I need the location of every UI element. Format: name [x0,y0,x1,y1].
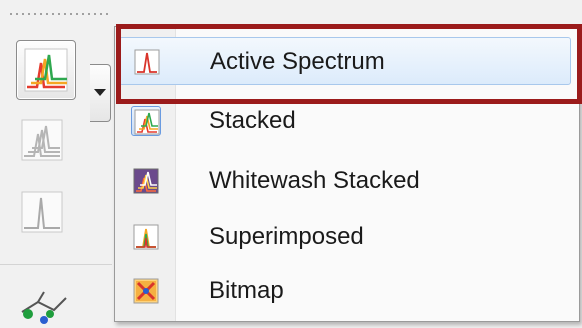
display-mode-button[interactable] [16,40,76,100]
menu-item-label: Bitmap [209,277,284,304]
menu-item-superimposed[interactable]: Superimposed [119,213,571,261]
menu-item-stacked[interactable]: Stacked [119,97,571,145]
chevron-down-icon [94,89,106,96]
toolbar-grip[interactable] [8,12,108,16]
menu-item-bitmap[interactable]: Bitmap [119,267,571,315]
structure-button[interactable] [14,272,70,328]
stacked-icon [131,106,161,136]
spectrum-stacked-colored-icon [24,48,68,92]
toolbar [0,24,112,324]
toolbar-separator [0,264,112,265]
menu-item-whitewash-stacked[interactable]: Whitewash Stacked [119,157,571,205]
spectrum-stacked-gray-icon [21,119,63,161]
menu-item-label: Stacked [209,107,296,134]
whitewash-stacked-icon [131,166,161,196]
menu-item-label: Whitewash Stacked [209,167,420,194]
menu-item-label: Superimposed [209,223,364,250]
bitmap-icon [131,276,161,306]
superimposed-icon [131,222,161,252]
spectrum-single-gray-icon [21,191,63,233]
single-spectrum-gray-button[interactable] [14,184,70,240]
stacked-gray-button[interactable] [14,112,70,168]
structure-icon [21,291,67,324]
display-mode-dropdown[interactable] [90,64,111,122]
annotation-highlight-box [116,24,582,104]
